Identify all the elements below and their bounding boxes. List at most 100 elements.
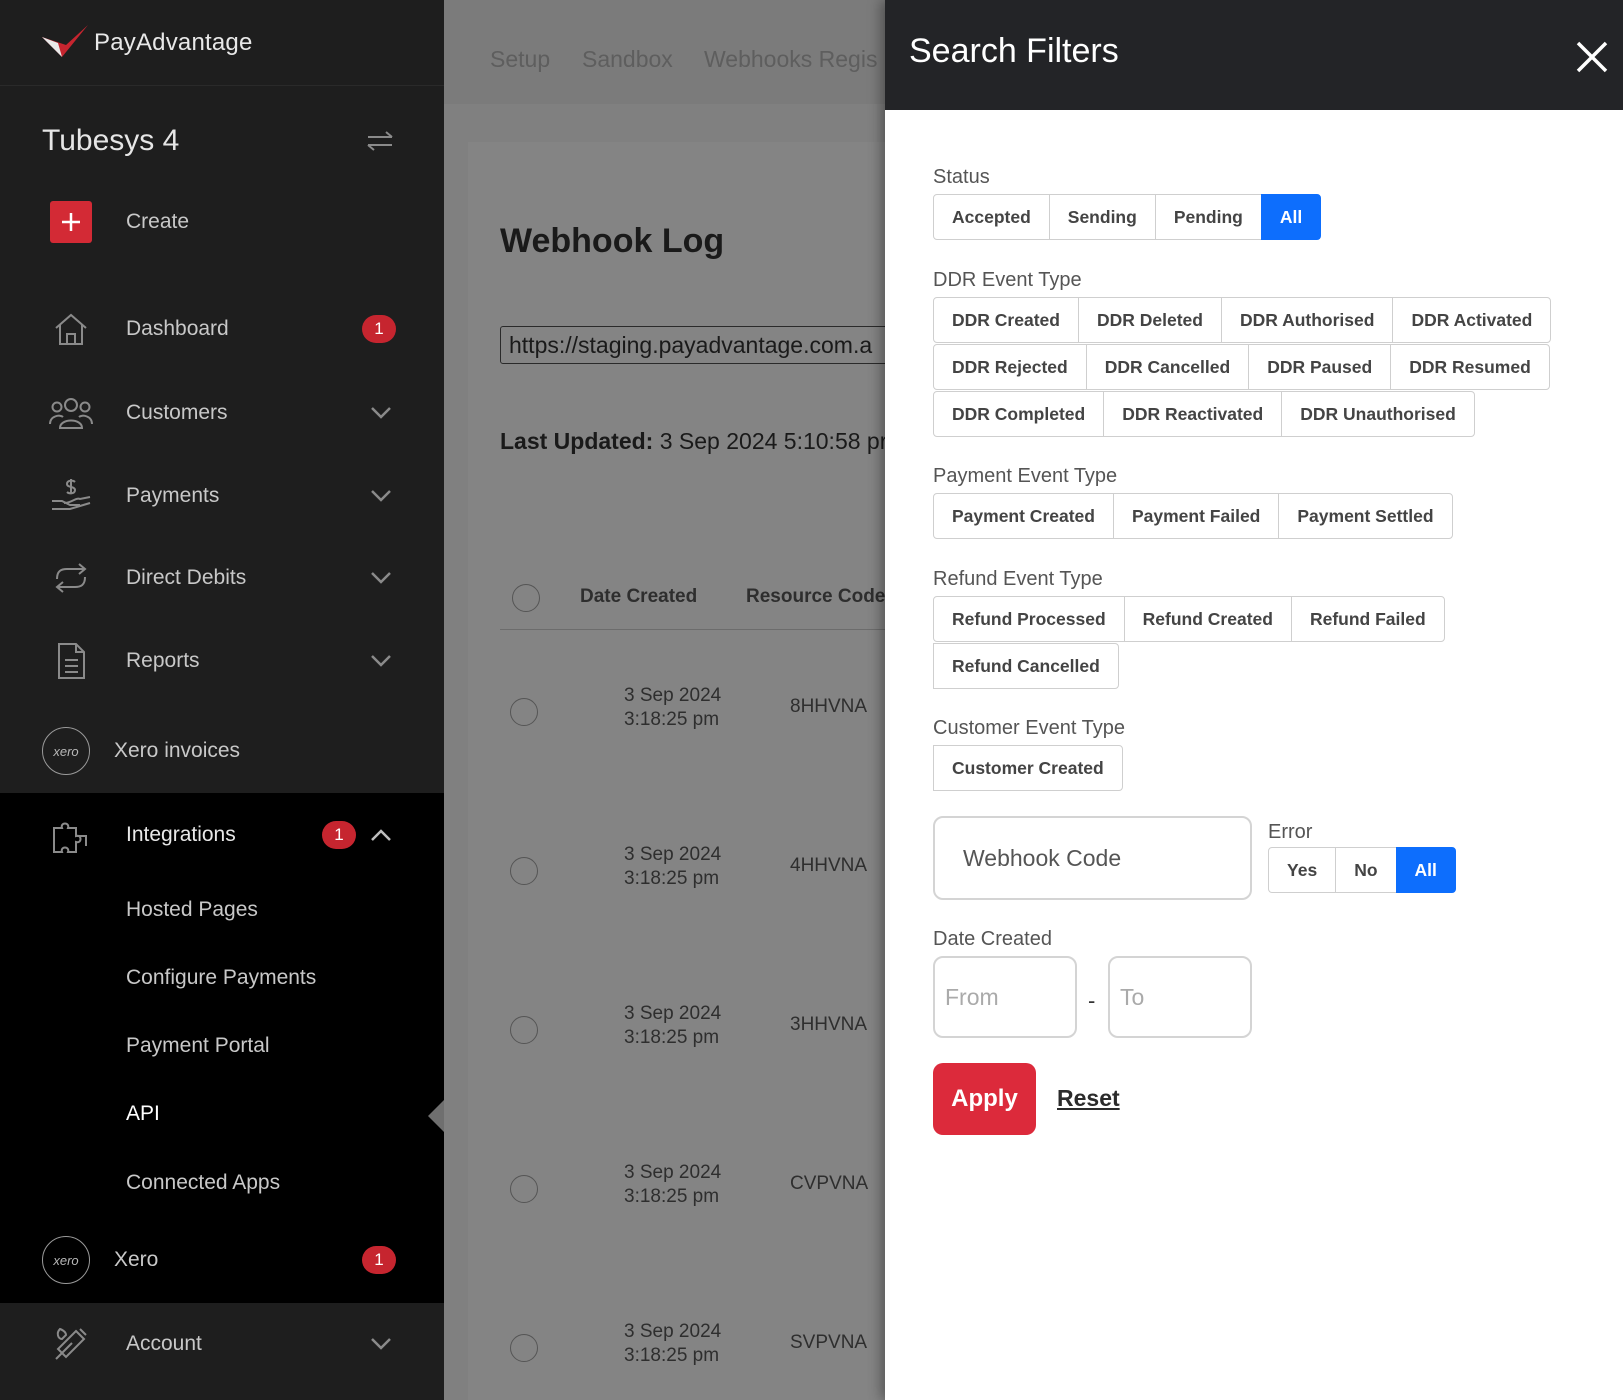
ddr-deleted-button[interactable]: DDR Deleted [1077,297,1222,343]
sidebar-item-payments[interactable]: Payments [0,474,444,518]
ddr-cancelled-button[interactable]: DDR Cancelled [1085,344,1250,390]
refund-event-type-label: Refund Event Type [933,568,1103,590]
date-to-input[interactable]: To [1108,956,1252,1038]
sidebar-item-customers[interactable]: Customers [0,391,444,435]
error-label: Error [1268,821,1313,843]
status-accepted-button[interactable]: Accepted [933,194,1050,240]
ddr-authorised-button[interactable]: DDR Authorised [1220,297,1394,343]
date-from-input[interactable]: From [933,956,1077,1038]
ddr-group-row-3: DDR Completed DDR Reactivated DDR Unauth… [933,391,1475,438]
sidebar-item-account[interactable]: Account [0,1322,444,1366]
notification-badge: 1 [322,821,356,849]
ddr-reactivated-button[interactable]: DDR Reactivated [1103,391,1283,437]
select-all-radio[interactable] [512,584,540,612]
row-date-time: 3:18:25 pm [624,1027,720,1048]
sidebar-item-label: Xero [114,1248,159,1271]
notification-badge: 1 [362,1246,396,1274]
chevron-down-icon [371,490,391,502]
active-indicator [428,1100,444,1132]
ddr-group-row-2: DDR Rejected DDR Cancelled DDR Paused DD… [933,344,1550,391]
payment-event-type-label: Payment Event Type [933,465,1118,487]
payadvantage-logo-icon [42,24,88,57]
ddr-unauthorised-button[interactable]: DDR Unauthorised [1281,391,1475,437]
org-switcher[interactable]: Tubesys 4 [0,86,444,196]
close-icon[interactable] [1575,40,1609,74]
status-pending-button[interactable]: Pending [1154,194,1262,240]
chevron-down-icon [371,1338,391,1350]
sidebar-subitem-payment-portal[interactable]: Payment Portal [126,1034,270,1058]
row-date-day: 3 Sep 2024 [624,844,722,865]
sidebar-item-direct-debits[interactable]: Direct Debits [0,556,444,600]
tab-setup[interactable]: Setup [490,46,550,73]
ddr-paused-button[interactable]: DDR Paused [1248,344,1392,390]
sidebar-subitem-api[interactable]: API [126,1102,160,1126]
payment-settled-button[interactable]: Payment Settled [1278,493,1453,539]
row-radio[interactable] [510,857,538,885]
sidebar-subitem-hosted-pages[interactable]: Hosted Pages [126,898,258,922]
row-date: 3 Sep 2024 3:18:25 pm [624,1002,721,1050]
column-resource-code[interactable]: Resource Code [746,586,885,608]
error-no-button[interactable]: No [1335,847,1397,893]
ddr-completed-button[interactable]: DDR Completed [933,391,1105,437]
row-date-time: 3:18:25 pm [624,868,720,889]
row-date-time: 3:18:25 pm [624,1186,720,1207]
sidebar-item-integrations[interactable]: Integrations 1 [0,813,444,857]
refund-group-row-1: Refund Processed Refund Created Refund F… [933,596,1445,643]
tab-sandbox[interactable]: Sandbox [582,46,673,73]
ddr-created-button[interactable]: DDR Created [933,297,1079,343]
refund-group-row-2: Refund Cancelled [933,643,1119,690]
xero-icon: xero [42,727,90,775]
sidebar-item-dashboard[interactable]: Dashboard 1 [0,307,444,351]
create-button[interactable]: Create [0,200,444,244]
row-radio[interactable] [510,1175,538,1203]
customer-event-type-label: Customer Event Type [933,717,1125,739]
error-all-button[interactable]: All [1395,847,1456,893]
payment-failed-button[interactable]: Payment Failed [1112,493,1280,539]
tools-icon [48,1324,94,1364]
row-code: 8HHVNA [790,696,868,717]
row-date-time: 3:18:25 pm [624,1345,720,1366]
row-radio[interactable] [510,1016,538,1044]
ddr-activated-button[interactable]: DDR Activated [1392,297,1552,343]
row-date-day: 3 Sep 2024 [624,685,722,706]
payment-created-button[interactable]: Payment Created [933,493,1114,539]
sidebar-item-label: Direct Debits [126,566,247,589]
row-radio[interactable] [510,698,538,726]
refund-failed-button[interactable]: Refund Failed [1290,596,1445,642]
sidebar-item-label: Customers [126,401,228,424]
document-icon [48,641,94,681]
apply-button[interactable]: Apply [933,1063,1036,1135]
webhook-code-input[interactable]: Webhook Code [933,816,1252,900]
row-date-day: 3 Sep 2024 [624,1162,722,1183]
page-title: Webhook Log [500,222,725,260]
row-date: 3 Sep 2024 3:18:25 pm [624,843,721,891]
sidebar-item-xero-invoices[interactable]: xero Xero invoices [0,727,444,775]
sidebar-subitem-connected-apps[interactable]: Connected Apps [126,1171,280,1195]
ddr-resumed-button[interactable]: DDR Resumed [1390,344,1550,390]
create-icon-wrap [48,201,94,243]
reset-link[interactable]: Reset [1057,1085,1120,1112]
payment-event-group: Payment Created Payment Failed Payment S… [933,493,1453,540]
column-date-created[interactable]: Date Created [580,586,697,608]
puzzle-icon [48,815,94,855]
chevron-down-icon [371,407,391,419]
status-all-button[interactable]: All [1260,194,1322,240]
repeat-icon [48,558,94,598]
refund-cancelled-button[interactable]: Refund Cancelled [933,643,1119,689]
row-radio[interactable] [510,1334,538,1362]
sidebar-subitem-configure-payments[interactable]: Configure Payments [126,966,316,990]
status-sending-button[interactable]: Sending [1048,194,1156,240]
ddr-rejected-button[interactable]: DDR Rejected [933,344,1087,390]
row-date-day: 3 Sep 2024 [624,1003,722,1024]
tab-webhooks-registration[interactable]: Webhooks Regis [704,46,877,73]
sidebar-item-reports[interactable]: Reports [0,639,444,683]
row-date-day: 3 Sep 2024 [624,1321,722,1342]
customer-created-button[interactable]: Customer Created [933,745,1123,791]
chevron-down-icon [371,655,391,667]
refund-processed-button[interactable]: Refund Processed [933,596,1125,642]
refund-created-button[interactable]: Refund Created [1123,596,1292,642]
error-group: Yes No All [1268,847,1456,894]
error-yes-button[interactable]: Yes [1268,847,1337,893]
sidebar-item-xero[interactable]: xero Xero 1 [0,1236,444,1284]
swap-icon[interactable] [364,129,396,153]
